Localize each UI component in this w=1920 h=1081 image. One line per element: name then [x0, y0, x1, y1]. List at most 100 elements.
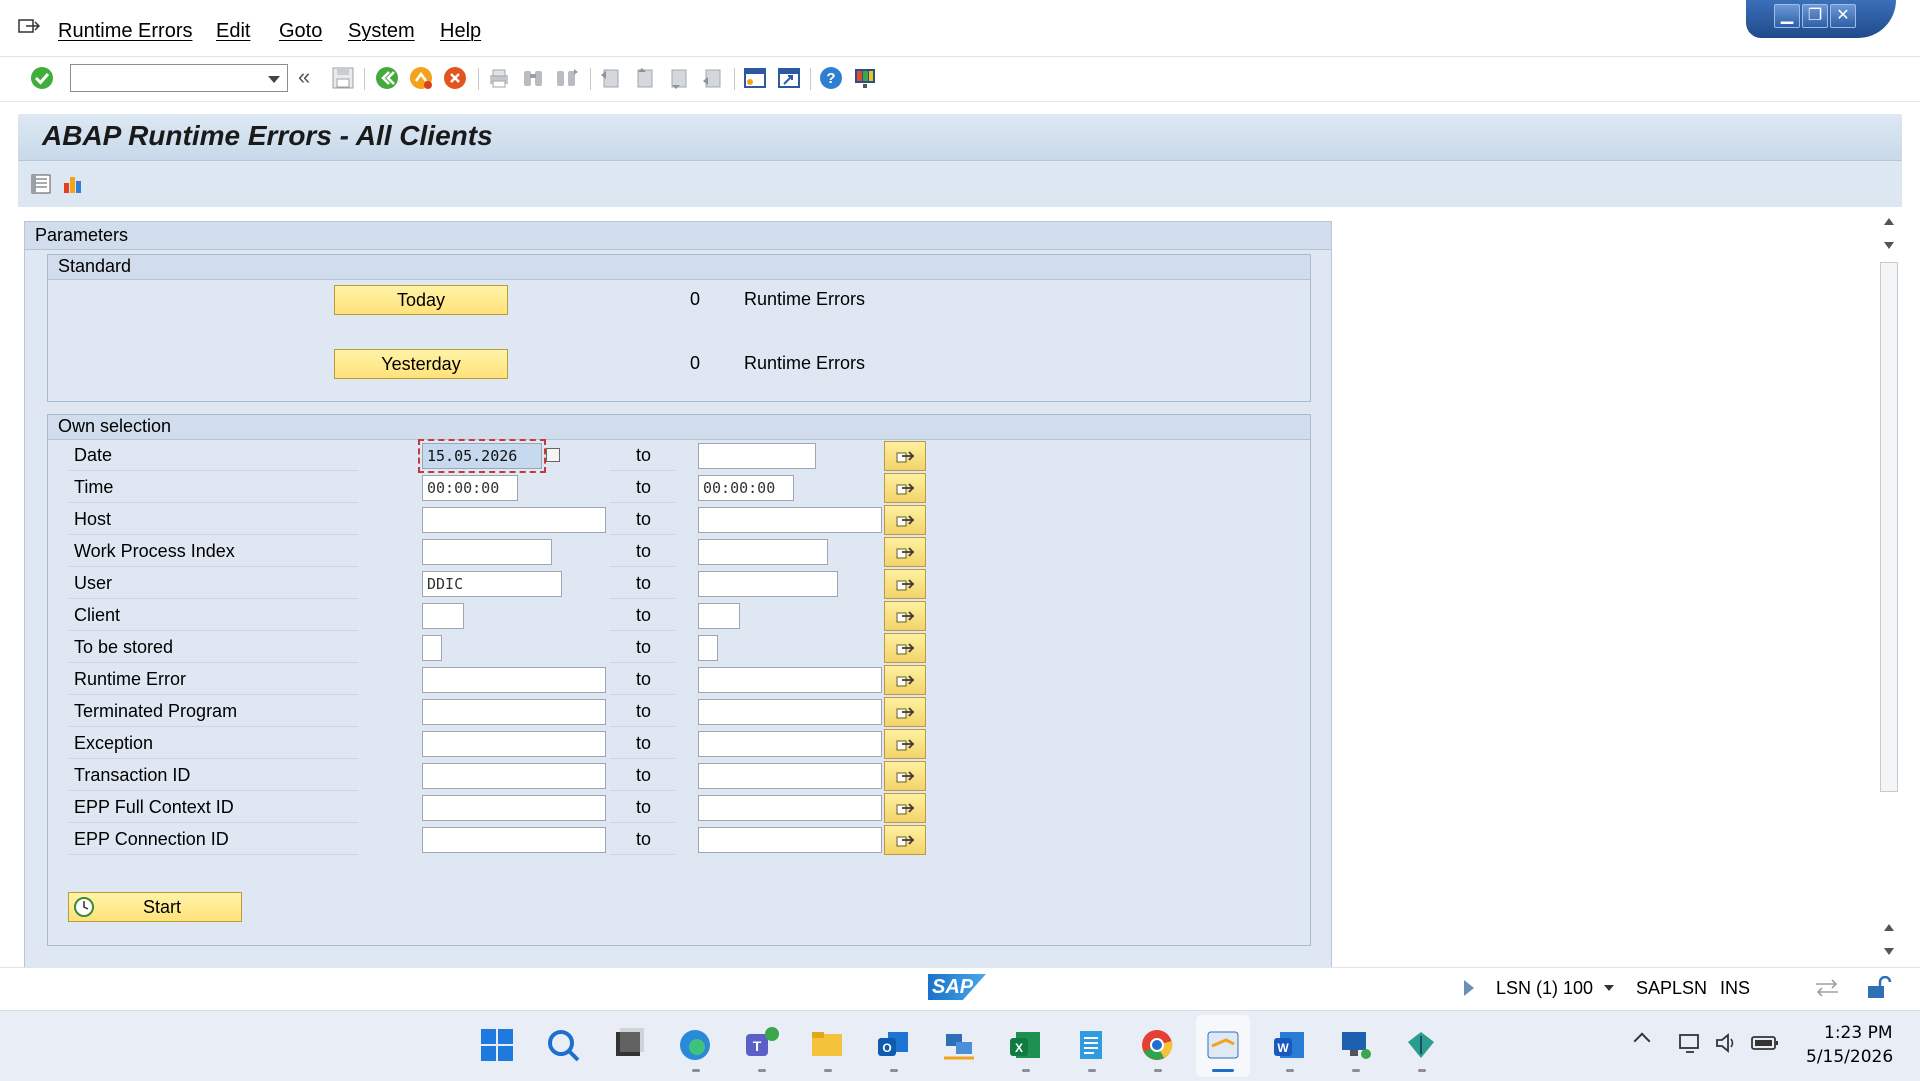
scroll-down-icon[interactable]	[1884, 948, 1894, 955]
cancel-icon[interactable]	[442, 65, 468, 91]
customize-layout-icon[interactable]	[852, 65, 878, 91]
runtime-error-from-input[interactable]	[422, 667, 606, 693]
to-be-stored-to-input[interactable]	[698, 635, 718, 661]
task-view-icon[interactable]	[610, 1026, 648, 1064]
scroll-page-down-icon[interactable]	[1884, 242, 1894, 249]
epp-full-context-id-multiple-selection-button[interactable]	[884, 793, 926, 823]
epp-full-context-id-from-input[interactable]	[422, 795, 606, 821]
last-page-icon[interactable]	[700, 65, 726, 91]
host-from-input[interactable]	[422, 507, 606, 533]
collapse-icon[interactable]: «	[298, 64, 310, 90]
previous-page-icon[interactable]	[632, 65, 658, 91]
clock-date[interactable]: 5/15/2026	[1806, 1047, 1893, 1067]
epp-connection-id-to-input[interactable]	[698, 827, 882, 853]
epp-connection-id-multiple-selection-button[interactable]	[884, 825, 926, 855]
exception-multiple-selection-button[interactable]	[884, 729, 926, 759]
terminated-program-multiple-selection-button[interactable]	[884, 697, 926, 727]
menu-toggle-icon[interactable]	[18, 18, 40, 36]
list-icon[interactable]	[30, 173, 52, 195]
to-be-stored-from-input[interactable]	[422, 635, 442, 661]
client-from-input[interactable]	[422, 603, 464, 629]
help-icon[interactable]: ?	[818, 65, 844, 91]
epp-connection-id-from-input[interactable]	[422, 827, 606, 853]
yesterday-button[interactable]: Yesterday	[334, 349, 508, 379]
status-expand-icon[interactable]	[1464, 980, 1474, 996]
date-multiple-selection-button[interactable]	[884, 441, 926, 471]
menu-runtime-errors[interactable]: Runtime Errors	[58, 20, 192, 43]
volume-icon[interactable]	[1714, 1031, 1740, 1055]
menu-goto[interactable]: Goto	[279, 20, 322, 43]
chrome-icon[interactable]	[1138, 1026, 1176, 1064]
command-dropdown-icon[interactable]	[264, 69, 284, 89]
date-from-input[interactable]: 15.05.2026	[418, 439, 546, 473]
restore-icon[interactable]: ❐	[1802, 4, 1828, 28]
battery-icon[interactable]	[1750, 1033, 1780, 1053]
minimize-icon[interactable]: ▁	[1774, 4, 1800, 28]
vertical-scrollbar[interactable]	[1878, 212, 1900, 964]
terminated-program-from-input[interactable]	[422, 699, 606, 725]
to-be-stored-multiple-selection-button[interactable]	[884, 633, 926, 663]
scroll-thumb[interactable]	[1880, 262, 1898, 792]
back-icon[interactable]	[374, 65, 400, 91]
exception-to-input[interactable]	[698, 731, 882, 757]
close-icon[interactable]: ✕	[1830, 4, 1856, 28]
work-process-index-to-input[interactable]	[698, 539, 828, 565]
word-icon[interactable]: W	[1270, 1026, 1308, 1064]
transaction-id-from-input[interactable]	[422, 763, 606, 789]
exception-from-input[interactable]	[422, 731, 606, 757]
system-info[interactable]: LSN (1) 100	[1496, 978, 1593, 999]
sap-logon-icon[interactable]	[1204, 1026, 1242, 1064]
terminated-program-to-input[interactable]	[698, 699, 882, 725]
network-app-icon[interactable]	[940, 1026, 978, 1064]
edge-icon[interactable]	[676, 1026, 714, 1064]
host-multiple-selection-button[interactable]	[884, 505, 926, 535]
notepad-icon[interactable]	[1072, 1026, 1110, 1064]
client-to-input[interactable]	[698, 603, 740, 629]
input-mode[interactable]: INS	[1720, 978, 1750, 999]
time-multiple-selection-button[interactable]	[884, 473, 926, 503]
host-to-input[interactable]	[698, 507, 882, 533]
menu-edit[interactable]: Edit	[216, 20, 250, 43]
excel-icon[interactable]: X	[1006, 1026, 1044, 1064]
date-to-input[interactable]	[698, 443, 816, 469]
work-process-index-from-input[interactable]	[422, 539, 552, 565]
transaction-id-multiple-selection-button[interactable]	[884, 761, 926, 791]
start-button[interactable]: Start	[68, 892, 242, 922]
statistics-icon[interactable]	[62, 173, 84, 195]
work-process-index-multiple-selection-button[interactable]	[884, 537, 926, 567]
today-button[interactable]: Today	[334, 285, 508, 315]
user-to-input[interactable]	[698, 571, 838, 597]
teams-icon[interactable]: T	[742, 1026, 780, 1064]
find-icon[interactable]	[520, 65, 546, 91]
system-info-dropdown-icon[interactable]	[1604, 985, 1614, 991]
print-icon[interactable]	[486, 65, 512, 91]
menu-system[interactable]: System	[348, 20, 415, 43]
enter-check-icon[interactable]	[29, 65, 55, 91]
tool-app-icon[interactable]	[1402, 1026, 1440, 1064]
epp-full-context-id-to-input[interactable]	[698, 795, 882, 821]
runtime-error-multiple-selection-button[interactable]	[884, 665, 926, 695]
outlook-icon[interactable]: O	[874, 1026, 912, 1064]
find-next-icon[interactable]	[554, 65, 580, 91]
save-icon[interactable]	[330, 65, 356, 91]
user-multiple-selection-button[interactable]	[884, 569, 926, 599]
transaction-id-to-input[interactable]	[698, 763, 882, 789]
time-from-input[interactable]: 00:00:00	[422, 475, 518, 501]
time-to-input[interactable]: 00:00:00	[698, 475, 794, 501]
scroll-page-up-icon[interactable]	[1884, 924, 1894, 931]
client-multiple-selection-button[interactable]	[884, 601, 926, 631]
exit-icon[interactable]	[408, 65, 434, 91]
windows-start-icon[interactable]	[478, 1026, 516, 1064]
command-field[interactable]	[70, 64, 288, 92]
new-session-icon[interactable]	[742, 65, 768, 91]
clock-time[interactable]: 1:23 PM	[1824, 1023, 1893, 1043]
lock-icon[interactable]	[1866, 976, 1892, 1000]
user-from-input[interactable]: DDIC	[422, 571, 562, 597]
next-page-icon[interactable]	[666, 65, 692, 91]
remote-desktop-icon[interactable]	[1336, 1026, 1374, 1064]
network-icon[interactable]	[1678, 1031, 1704, 1055]
runtime-error-to-input[interactable]	[698, 667, 882, 693]
scroll-up-icon[interactable]	[1884, 218, 1894, 225]
calendar-help-icon[interactable]	[546, 448, 560, 462]
chevron-up-icon[interactable]	[1633, 1032, 1651, 1050]
